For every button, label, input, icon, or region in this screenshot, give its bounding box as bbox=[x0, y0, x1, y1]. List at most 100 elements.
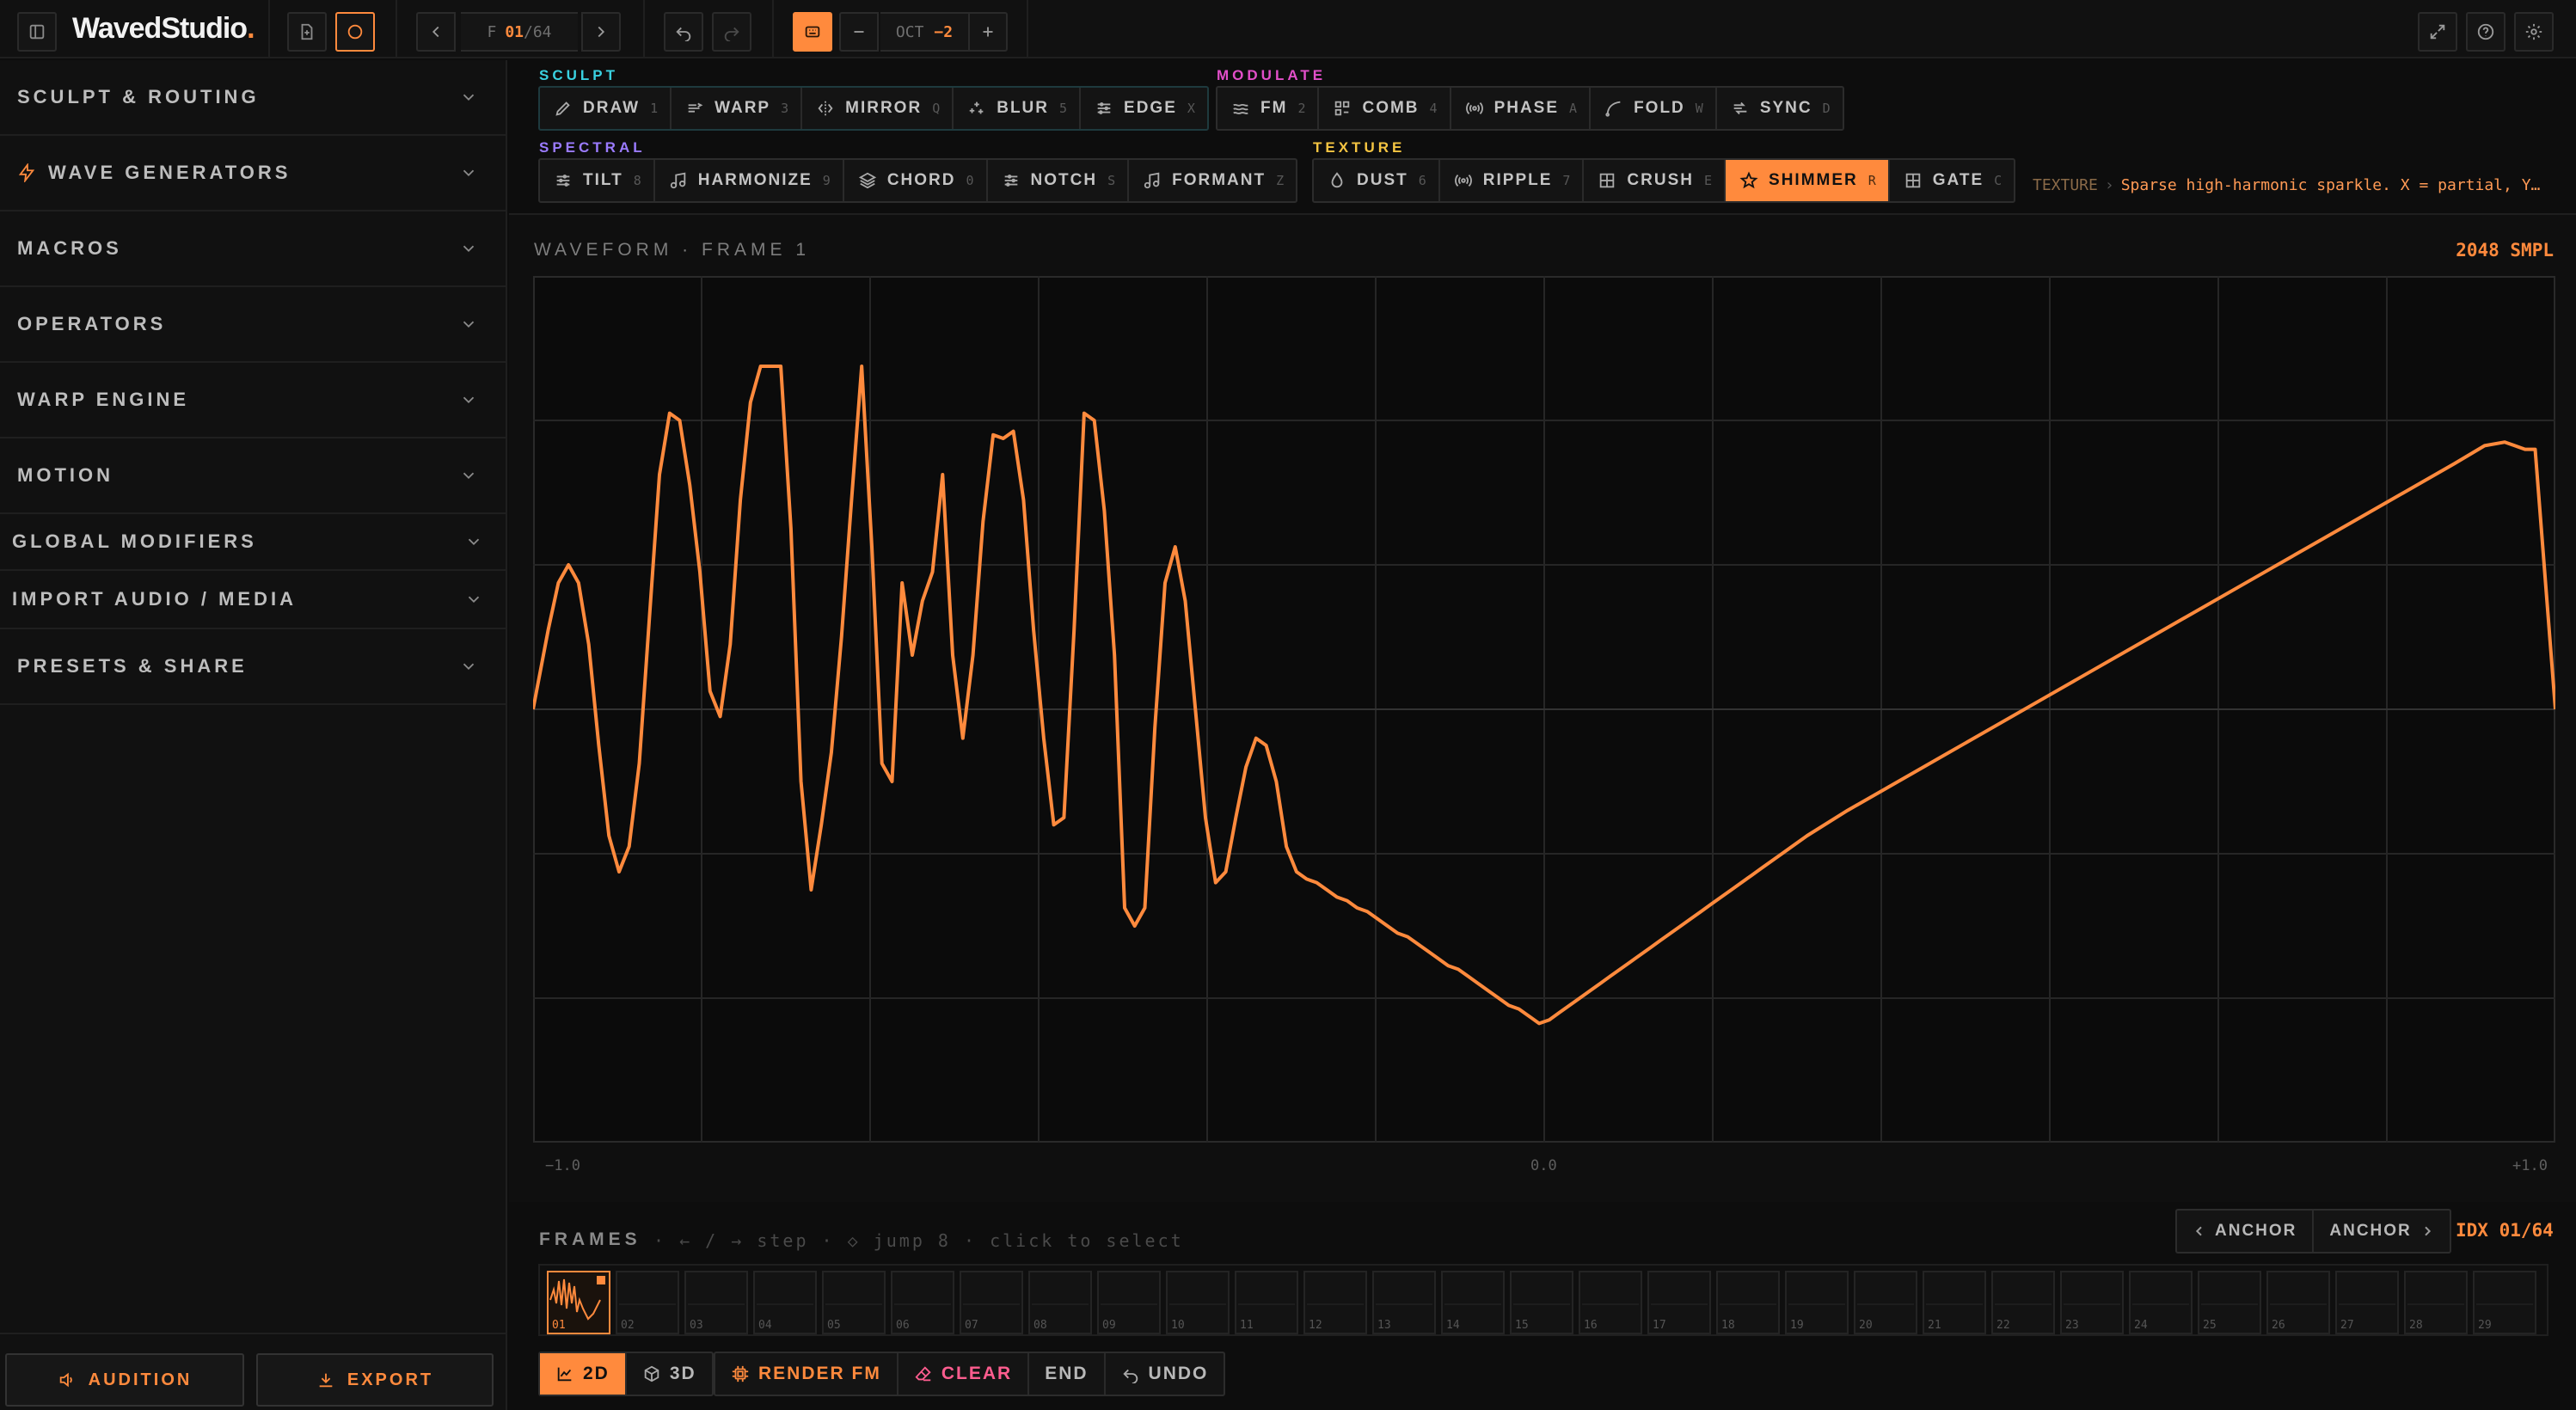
frame-cell[interactable]: 17 bbox=[1647, 1271, 1711, 1334]
tool-dust[interactable]: DUST 6 bbox=[1314, 160, 1440, 201]
frame-cell[interactable]: 14 bbox=[1441, 1271, 1505, 1334]
help-button[interactable] bbox=[2466, 12, 2505, 52]
export-button[interactable]: EXPORT bbox=[256, 1353, 494, 1407]
tool-blur[interactable]: BLUR 5 bbox=[954, 88, 1082, 129]
tool-key: S bbox=[1107, 173, 1116, 188]
tool-mirror[interactable]: MIRROR Q bbox=[802, 88, 954, 129]
download-icon bbox=[319, 1373, 333, 1388]
frame-cell[interactable]: 07 bbox=[960, 1271, 1023, 1334]
new-file-button[interactable] bbox=[287, 12, 327, 52]
frame-midline bbox=[1238, 1303, 1295, 1305]
tool-fold[interactable]: FOLD W bbox=[1591, 88, 1717, 129]
settings-button[interactable] bbox=[2514, 12, 2554, 52]
section-wave-generators[interactable]: WAVE GENERATORS bbox=[0, 136, 506, 212]
frame-cell[interactable]: 10 bbox=[1166, 1271, 1230, 1334]
tool-gate[interactable]: GATE C bbox=[1890, 160, 2014, 201]
section-global-modifiers[interactable]: GLOBAL MODIFIERS bbox=[0, 514, 506, 571]
tool-notch[interactable]: NOTCH S bbox=[988, 160, 1130, 201]
section-macros[interactable]: MACROS bbox=[0, 212, 506, 287]
frame-cell[interactable]: 21 bbox=[1923, 1271, 1986, 1334]
waveform-canvas[interactable] bbox=[533, 276, 2555, 1143]
anchor-next-button[interactable]: ANCHOR bbox=[2314, 1211, 2449, 1252]
frame-number: 14 bbox=[1446, 1319, 1460, 1332]
tool-shimmer[interactable]: SHIMMER R bbox=[1726, 160, 1890, 201]
frame-cell[interactable]: 20 bbox=[1854, 1271, 1917, 1334]
frame-cell[interactable]: 24 bbox=[2129, 1271, 2193, 1334]
chevron-down-icon bbox=[463, 396, 475, 404]
frame-cell[interactable]: 28 bbox=[2404, 1271, 2468, 1334]
frame-cell[interactable]: 09 bbox=[1097, 1271, 1161, 1334]
section-sculpt-routing[interactable]: SCULPT & ROUTING bbox=[0, 60, 506, 136]
redo-top-button[interactable] bbox=[712, 12, 751, 52]
frame-midline bbox=[2201, 1303, 2258, 1305]
tool-chord[interactable]: CHORD 0 bbox=[844, 160, 988, 201]
frame-number: 17 bbox=[1653, 1319, 1666, 1332]
frame-cell[interactable]: 25 bbox=[2198, 1271, 2261, 1334]
tool-name: NOTCH bbox=[1030, 171, 1098, 189]
anchor-prev-button[interactable]: ANCHOR bbox=[2177, 1211, 2315, 1252]
curve-icon bbox=[1605, 101, 1621, 117]
tool-warp[interactable]: WARP 3 bbox=[672, 88, 803, 129]
frame-cell[interactable]: 27 bbox=[2335, 1271, 2399, 1334]
frames-hint: · ← / → step · ◇ jump 8 · click to selec… bbox=[653, 1230, 1184, 1251]
frame-cell[interactable]: 26 bbox=[2266, 1271, 2330, 1334]
tool-sync[interactable]: SYNC D bbox=[1717, 88, 1843, 129]
prev-frame-button[interactable] bbox=[416, 12, 456, 52]
undo-top-button[interactable] bbox=[664, 12, 703, 52]
frame-cell[interactable]: 23 bbox=[2060, 1271, 2124, 1334]
frame-cell[interactable]: 19 bbox=[1785, 1271, 1849, 1334]
tool-comb[interactable]: COMB 4 bbox=[1319, 88, 1451, 129]
x-tick-max: +1.0 bbox=[2512, 1157, 2548, 1174]
sample-count: 2048 SMPL bbox=[2456, 240, 2554, 261]
section-presets-share[interactable]: PRESETS & SHARE bbox=[0, 629, 506, 705]
next-frame-button[interactable] bbox=[581, 12, 621, 52]
section-label: SCULPT & ROUTING bbox=[17, 86, 260, 107]
tool-crush[interactable]: CRUSH E bbox=[1584, 160, 1727, 201]
view-3d-button[interactable]: 3D bbox=[627, 1353, 712, 1395]
section-import-audio-media[interactable]: IMPORT AUDIO / MEDIA bbox=[0, 571, 506, 629]
tool-draw[interactable]: DRAW 1 bbox=[540, 88, 672, 129]
end-button[interactable]: END bbox=[1029, 1353, 1106, 1395]
tool-tilt[interactable]: TILT 8 bbox=[540, 160, 655, 201]
chevron-down-icon bbox=[468, 596, 480, 604]
tool-fm[interactable]: FM 2 bbox=[1217, 88, 1320, 129]
render-fm-button[interactable]: RENDER FM bbox=[715, 1353, 899, 1395]
undo-button[interactable]: UNDO bbox=[1106, 1353, 1224, 1395]
frame-cell[interactable]: 29 bbox=[2473, 1271, 2536, 1334]
section-motion[interactable]: MOTION bbox=[0, 438, 506, 514]
section-operators[interactable]: OPERATORS bbox=[0, 287, 506, 363]
frame-cell[interactable]: 03 bbox=[684, 1271, 748, 1334]
frame-midline bbox=[1857, 1303, 1914, 1305]
frame-cell[interactable]: 15 bbox=[1510, 1271, 1573, 1334]
record-button[interactable] bbox=[335, 12, 375, 52]
tool-phase[interactable]: PHASE A bbox=[1451, 88, 1592, 129]
clear-button[interactable]: CLEAR bbox=[899, 1353, 1030, 1395]
audition-button[interactable]: AUDITION bbox=[5, 1353, 244, 1407]
tool-ripple[interactable]: RIPPLE 7 bbox=[1440, 160, 1585, 201]
tool-edge[interactable]: EDGE X bbox=[1081, 88, 1207, 129]
frame-cell[interactable]: 13 bbox=[1372, 1271, 1436, 1334]
keyboard-toggle-button[interactable] bbox=[793, 12, 832, 52]
frame-cell[interactable]: 04 bbox=[753, 1271, 817, 1334]
octave-down-button[interactable] bbox=[839, 12, 879, 52]
fullscreen-button[interactable] bbox=[2418, 12, 2457, 52]
frame-cell[interactable]: 22 bbox=[1991, 1271, 2055, 1334]
tool-key: 3 bbox=[781, 101, 789, 116]
view-2d-button[interactable]: 2D bbox=[540, 1353, 627, 1395]
sidebar-toggle-button[interactable] bbox=[17, 12, 57, 52]
frame-cell[interactable]: 02 bbox=[616, 1271, 679, 1334]
section-warp-engine[interactable]: WARP ENGINE bbox=[0, 363, 506, 438]
frame-cell[interactable]: 08 bbox=[1028, 1271, 1092, 1334]
frame-cell[interactable]: 18 bbox=[1716, 1271, 1780, 1334]
frame-cell[interactable]: 12 bbox=[1303, 1271, 1367, 1334]
section-label: WARP ENGINE bbox=[17, 389, 190, 410]
divider bbox=[643, 0, 645, 58]
frame-cell[interactable]: 05 bbox=[822, 1271, 886, 1334]
octave-up-button[interactable] bbox=[968, 12, 1008, 52]
frame-cell[interactable]: 01 bbox=[547, 1271, 610, 1334]
tool-formant[interactable]: FORMANT Z bbox=[1129, 160, 1296, 201]
frame-cell[interactable]: 11 bbox=[1235, 1271, 1298, 1334]
tool-harmonize[interactable]: HARMONIZE 9 bbox=[655, 160, 844, 201]
frame-cell[interactable]: 06 bbox=[891, 1271, 954, 1334]
frame-cell[interactable]: 16 bbox=[1579, 1271, 1642, 1334]
